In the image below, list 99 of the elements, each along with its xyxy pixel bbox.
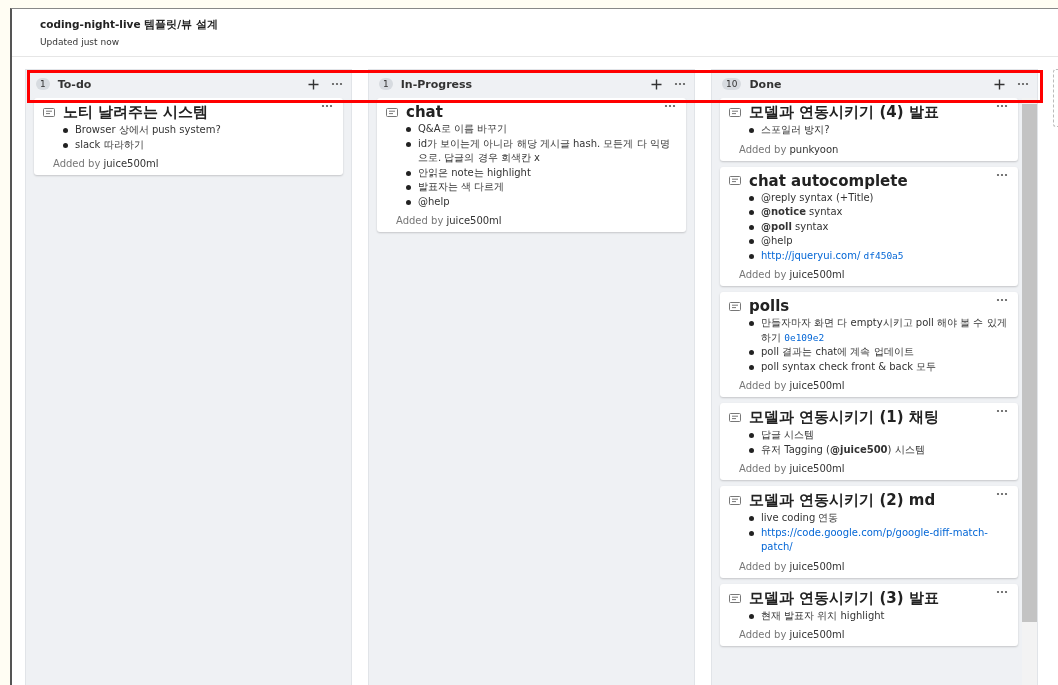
bullet-icon [749,516,754,521]
bullet-icon [749,195,754,201]
column-title: To-do [57,77,92,91]
bullet-icon [63,142,68,148]
card-menu-icon[interactable] [321,104,333,108]
list-item-text: id가 보이는게 아니라 해당 게시글 hash. 모든게 다 익명으로. 답글의 경우 회색칸 x [418,136,671,165]
added-by-text: Added by juice500ml [739,269,846,280]
note-icon [43,108,55,117]
note-icon [729,496,741,505]
card-title: chat autocomplete [749,171,908,190]
card-menu-icon[interactable] [996,298,1008,302]
column-title: In-Progress [400,77,473,91]
note-icon [729,176,741,185]
bullet-icon [406,141,411,147]
note-icon [729,301,741,311]
list-item-text: @reply syntax (+Title) [761,190,875,205]
commit-hash-link[interactable]: 0e109e2 [784,331,825,343]
card-title: chat [406,103,443,121]
task-card[interactable]: 모델과 연동시키기 (1) 채팅 답글 시스템 유저 Tagging (@juice500) 시스템 Added by juice500ml [720,403,1018,480]
bullet-icon [406,170,411,176]
bullet-icon [63,128,68,133]
list-item-text: 현재 발표자 위치 highlight [761,608,886,623]
card-title: 모델과 연동시키기 (2) md [749,491,936,510]
added-by-text: Added by juice500ml [396,215,503,226]
link[interactable]: http://jqueryui.com/ [761,249,861,261]
list-item-text: 스포일러 방지? [761,123,831,137]
card-menu-icon[interactable] [996,172,1008,177]
card-menu-icon[interactable] [996,409,1008,413]
column-title: Done [749,77,782,91]
note-icon [386,107,398,117]
note-icon [729,108,741,117]
column-menu-icon[interactable] [1017,82,1029,86]
list-item-text: @help [761,234,794,248]
count-badge: 1 [379,78,393,90]
bullet-icon [749,210,754,215]
updated-status: Updated just now [40,37,121,47]
list-item-text: @notice syntax [761,205,844,219]
bullet-icon [749,447,754,453]
added-by-text: Added by juice500ml [739,629,846,640]
added-by-text: Added by punkyoon [739,143,840,155]
card-menu-icon[interactable] [996,104,1008,108]
card-menu-icon[interactable] [996,589,1008,594]
note-icon [729,593,741,603]
count-badge: 10 [722,78,742,90]
bullet-icon [749,321,754,326]
column-menu-icon[interactable] [331,82,343,86]
added-by-text: Added by juice500ml [739,380,846,391]
bullet-icon [749,530,754,536]
added-by-text: Added by juice500ml [53,158,160,169]
list-item-text: slack 따라하기 [75,137,145,152]
task-card[interactable]: 노티 날려주는 시스템 Browser 상에서 push system? slack 따라하기 Added by juice500ml [34,98,343,175]
bullet-icon [749,239,754,244]
card-title: 모델과 연동시키기 (3) 발표 [749,588,939,608]
bullet-icon [406,127,411,132]
list-item-text: live coding 연동 [761,511,840,525]
list-item-text: @help [418,194,451,209]
list-item-text: 답글 시스템 [761,428,816,442]
list-item-text: Q&A로 이름 바꾸기 [418,122,508,136]
card-title: 노티 날려주는 시스템 [63,103,209,122]
list-item-text: poll syntax check front & back 모두 [761,359,938,374]
added-by-text: Added by juice500ml [739,463,846,474]
card-title: 모델과 연동시키기 (1) 채팅 [749,408,939,427]
task-card[interactable]: 모델과 연동시키기 (2) md live coding 연동 https://code.google.com/p/google-diff-match-patch/ Added by juice500ml [720,486,1018,578]
bullet-icon [749,433,754,438]
list-item-text: poll 결과는 chat에 계속 업데이트 [761,345,915,359]
add-card-icon[interactable] [994,78,1005,90]
card-menu-icon[interactable] [664,104,676,108]
bullet-icon [749,128,754,133]
project-title: coding-night-live 템플릿/뷰 설계 [40,18,219,32]
added-by-text: Added by juice500ml [739,560,846,572]
task-card[interactable]: chat Q&A로 이름 바꾸기 id가 보이는게 아니라 해당 게시글 hash. 모든게 다 익명으로. 답글의 경우 회색칸 x 안읽은 note는 highlight 발표자는 색 다르게 @help Added by juice500ml [377,98,686,232]
add-card-icon[interactable] [308,78,319,90]
bullet-icon [749,350,754,355]
card-title: polls [749,297,790,315]
count-badge: 1 [36,78,50,90]
card-title: 모델과 연동시키기 (4) 발표 [749,103,939,122]
note-icon [729,413,741,422]
bullet-icon [749,224,754,230]
list-item-text: 유저 Tagging (@juice500) 시스템 [761,442,926,457]
card-menu-icon[interactable] [996,492,1008,496]
commit-hash-link[interactable]: df450a5 [863,249,904,261]
bullet-icon [749,613,754,619]
column-menu-icon[interactable] [674,82,686,86]
task-card[interactable]: 모델과 연동시키기 (3) 발표 현재 발표자 위치 highlight Added by juice500ml [720,583,1018,646]
list-item-text: 만들자마자 화면 다 empty시키고 poll 해야 볼 수 있게 하기 0e109e2 [761,316,1008,345]
bullet-icon [406,185,411,190]
list-item-text: @poll syntax [761,219,830,234]
scrollbar-thumb[interactable] [1022,104,1037,622]
bullet-icon [406,199,411,205]
bullet-icon [749,253,754,259]
list-item-text: 발표자는 색 다르게 [418,180,506,194]
bullet-icon [749,364,754,370]
add-card-icon[interactable] [651,78,662,90]
list-item-text: Browser 상에서 push system? [75,123,222,137]
list-item-text: 안읽은 note는 highlight [418,165,532,180]
link[interactable]: https://code.google.com/p/google-diff-match-patch/ [761,525,1008,555]
task-card[interactable]: 모델과 연동시키기 (4) 발표 스포일러 방지? Added by punkyoon [720,98,1018,161]
task-card[interactable]: chat autocomplete @reply syntax (+Title) @notice syntax @poll syntax @help http://jqueryui.com/ df450a5 Added by juice500ml [720,166,1018,286]
task-card[interactable]: polls 만들자마자 화면 다 empty시키고 poll 해야 볼 수 있게 하기 0e109e2 poll 결과는 chat에 계속 업데이트 poll syntax check front & back 모두 Added by juice500ml [720,292,1018,397]
